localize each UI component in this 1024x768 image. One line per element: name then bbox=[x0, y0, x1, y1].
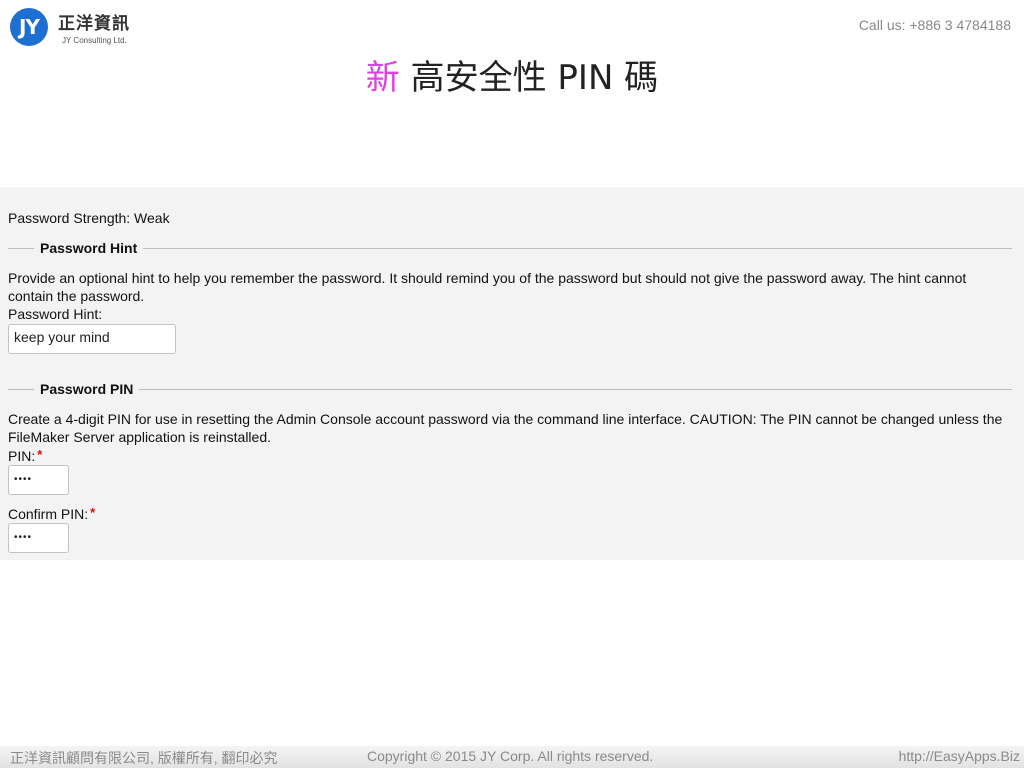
logo-name: 正洋資訊 bbox=[58, 14, 130, 34]
footer: 正洋資訊顧問有限公司, 版權所有, 翻印必究 Copyright © 2015 … bbox=[0, 746, 1024, 768]
footer-company: 正洋資訊顧問有限公司, 版權所有, 翻印必究 bbox=[10, 750, 278, 766]
required-marker: * bbox=[90, 505, 96, 520]
hint-description: Provide an optional hint to help you rem… bbox=[8, 270, 967, 304]
page-title: 新 高安全性 PIN 碼 bbox=[0, 50, 1024, 99]
hint-field-label: Password Hint: bbox=[8, 306, 103, 322]
password-hint-legend: Password Hint bbox=[8, 238, 1012, 258]
pin-description: Create a 4-digit PIN for use in resettin… bbox=[8, 411, 1003, 445]
call-us-text: Call us: +886 3 4784188 bbox=[858, 17, 1011, 33]
logo-subtitle: JY Consulting Ltd. bbox=[62, 36, 127, 45]
required-marker: * bbox=[37, 447, 43, 462]
pin-field-label: PIN: * bbox=[8, 447, 42, 464]
legend-divider bbox=[8, 389, 1012, 390]
title-highlight: 新 bbox=[365, 58, 400, 98]
legend-label: Password Hint bbox=[34, 238, 144, 258]
pin-input[interactable]: •••• bbox=[8, 465, 69, 495]
footer-copyright: Copyright © 2015 JY Corp. All rights res… bbox=[367, 748, 654, 764]
password-hint-input[interactable]: keep your mind bbox=[8, 324, 176, 354]
company-logo: JY 正洋資訊 JY Consulting Ltd. bbox=[10, 8, 130, 46]
confirm-pin-input[interactable]: •••• bbox=[8, 523, 69, 553]
logo-mark-icon: JY bbox=[10, 8, 48, 46]
footer-website-link[interactable]: http://EasyApps.Biz bbox=[899, 748, 1020, 764]
title-text: 高安全性 PIN 碼 bbox=[399, 58, 659, 98]
confirm-pin-label-text: Confirm PIN: bbox=[8, 506, 89, 522]
pin-label-text: PIN: bbox=[8, 448, 36, 464]
confirm-pin-field-label: Confirm PIN: * bbox=[8, 505, 95, 522]
logo-text: 正洋資訊 JY Consulting Ltd. bbox=[58, 9, 130, 45]
password-pin-legend: Password PIN bbox=[8, 379, 1012, 399]
password-strength: Password Strength: Weak bbox=[8, 210, 170, 226]
legend-divider bbox=[8, 248, 1012, 249]
settings-panel: Password Strength: Weak Password Hint Pr… bbox=[0, 187, 1024, 560]
legend-label: Password PIN bbox=[34, 379, 140, 399]
